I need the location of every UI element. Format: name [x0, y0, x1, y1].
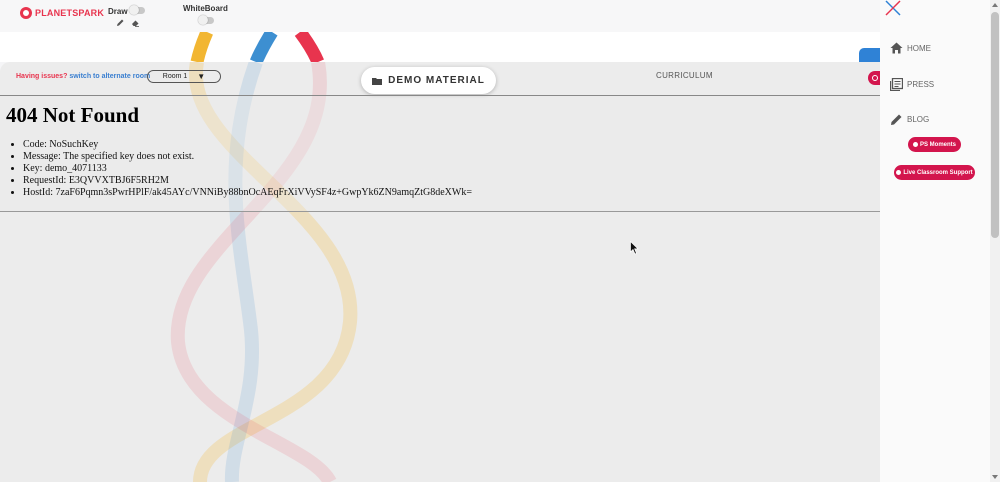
- eraser-icon[interactable]: [130, 18, 140, 28]
- nav-press[interactable]: PRESS: [890, 78, 934, 91]
- ps-moments-button[interactable]: PS Moments: [908, 137, 961, 152]
- right-sidebar: HOME PRESS BLOG PS Moments Live Classroo…: [880, 0, 990, 482]
- folder-icon: [372, 77, 383, 85]
- whiteboard-toggle[interactable]: [198, 15, 214, 25]
- whiteboard-label: WhiteBoard: [183, 4, 228, 13]
- home-icon: [890, 42, 903, 54]
- error-title: 404 Not Found: [6, 103, 140, 127]
- logo-mark-icon: [20, 7, 32, 19]
- issue-text: Having issues?: [16, 73, 68, 80]
- draw-label: Draw: [108, 7, 128, 16]
- pencil-icon[interactable]: [115, 18, 125, 28]
- switch-room-link[interactable]: switch to alternate room: [69, 73, 150, 80]
- edit-icon: [891, 114, 902, 125]
- ribbon-decoration-top: [190, 32, 324, 62]
- main-panel: Having issues? switch to alternate room …: [0, 62, 880, 482]
- nav-home[interactable]: HOME: [890, 42, 931, 54]
- scroll-thumb[interactable]: [991, 12, 999, 238]
- caret-down-icon: ▼: [197, 72, 206, 81]
- press-icon: [890, 78, 903, 91]
- planetspark-logo[interactable]: PLANETSPARK: [20, 5, 104, 21]
- nav-blog[interactable]: BLOG: [890, 113, 929, 126]
- error-key: Key: demo_4071133: [23, 163, 472, 175]
- demo-material-button[interactable]: DEMO MATERIAL: [361, 67, 496, 94]
- curriculum-tab[interactable]: CURRICULUM: [656, 71, 713, 80]
- error-details: Code: NoSuchKey Message: The specified k…: [6, 139, 472, 199]
- room-select-value: Room 1: [162, 73, 188, 80]
- content-frame: 404 Not Found Code: NoSuchKey Message: T…: [0, 95, 880, 212]
- error-code: Code: NoSuchKey: [23, 139, 472, 151]
- room-select[interactable]: Room 1 ▼: [147, 70, 221, 83]
- ps-moments-label: PS Moments: [919, 141, 956, 148]
- close-icon[interactable]: [885, 0, 901, 16]
- page-scrollbar[interactable]: [990, 0, 1000, 482]
- draw-toggle[interactable]: [129, 5, 145, 15]
- top-toolbar: PLANETSPARK Draw WhiteBoard: [0, 0, 880, 32]
- live-support-button[interactable]: Live Classroom Support: [894, 165, 975, 180]
- scroll-down-arrow-icon[interactable]: [992, 475, 998, 479]
- error-message: Message: The specified key does not exis…: [23, 151, 472, 163]
- demo-material-label: DEMO MATERIAL: [388, 75, 485, 86]
- live-support-label: Live Classroom Support: [903, 169, 973, 176]
- nav-home-label: HOME: [907, 43, 931, 53]
- record-badge[interactable]: [868, 71, 880, 85]
- issue-help: Having issues? switch to alternate room: [16, 73, 150, 80]
- scroll-up-arrow-icon[interactable]: [992, 3, 998, 7]
- nav-blog-label: BLOG: [907, 115, 930, 124]
- logo-text: PLANETSPARK: [35, 8, 105, 18]
- error-host-id: HostId: 7zaF6Pqmn3sPwrHPlF/ak45AYc/VNNiB…: [23, 187, 472, 199]
- nav-press-label: PRESS: [907, 80, 935, 89]
- live-support-icon: [896, 170, 902, 175]
- error-request-id: RequestId: E3QVVXTBJ6F5RH2M: [23, 175, 472, 187]
- ps-moments-icon: [912, 142, 918, 147]
- mouse-cursor-icon: [630, 241, 639, 255]
